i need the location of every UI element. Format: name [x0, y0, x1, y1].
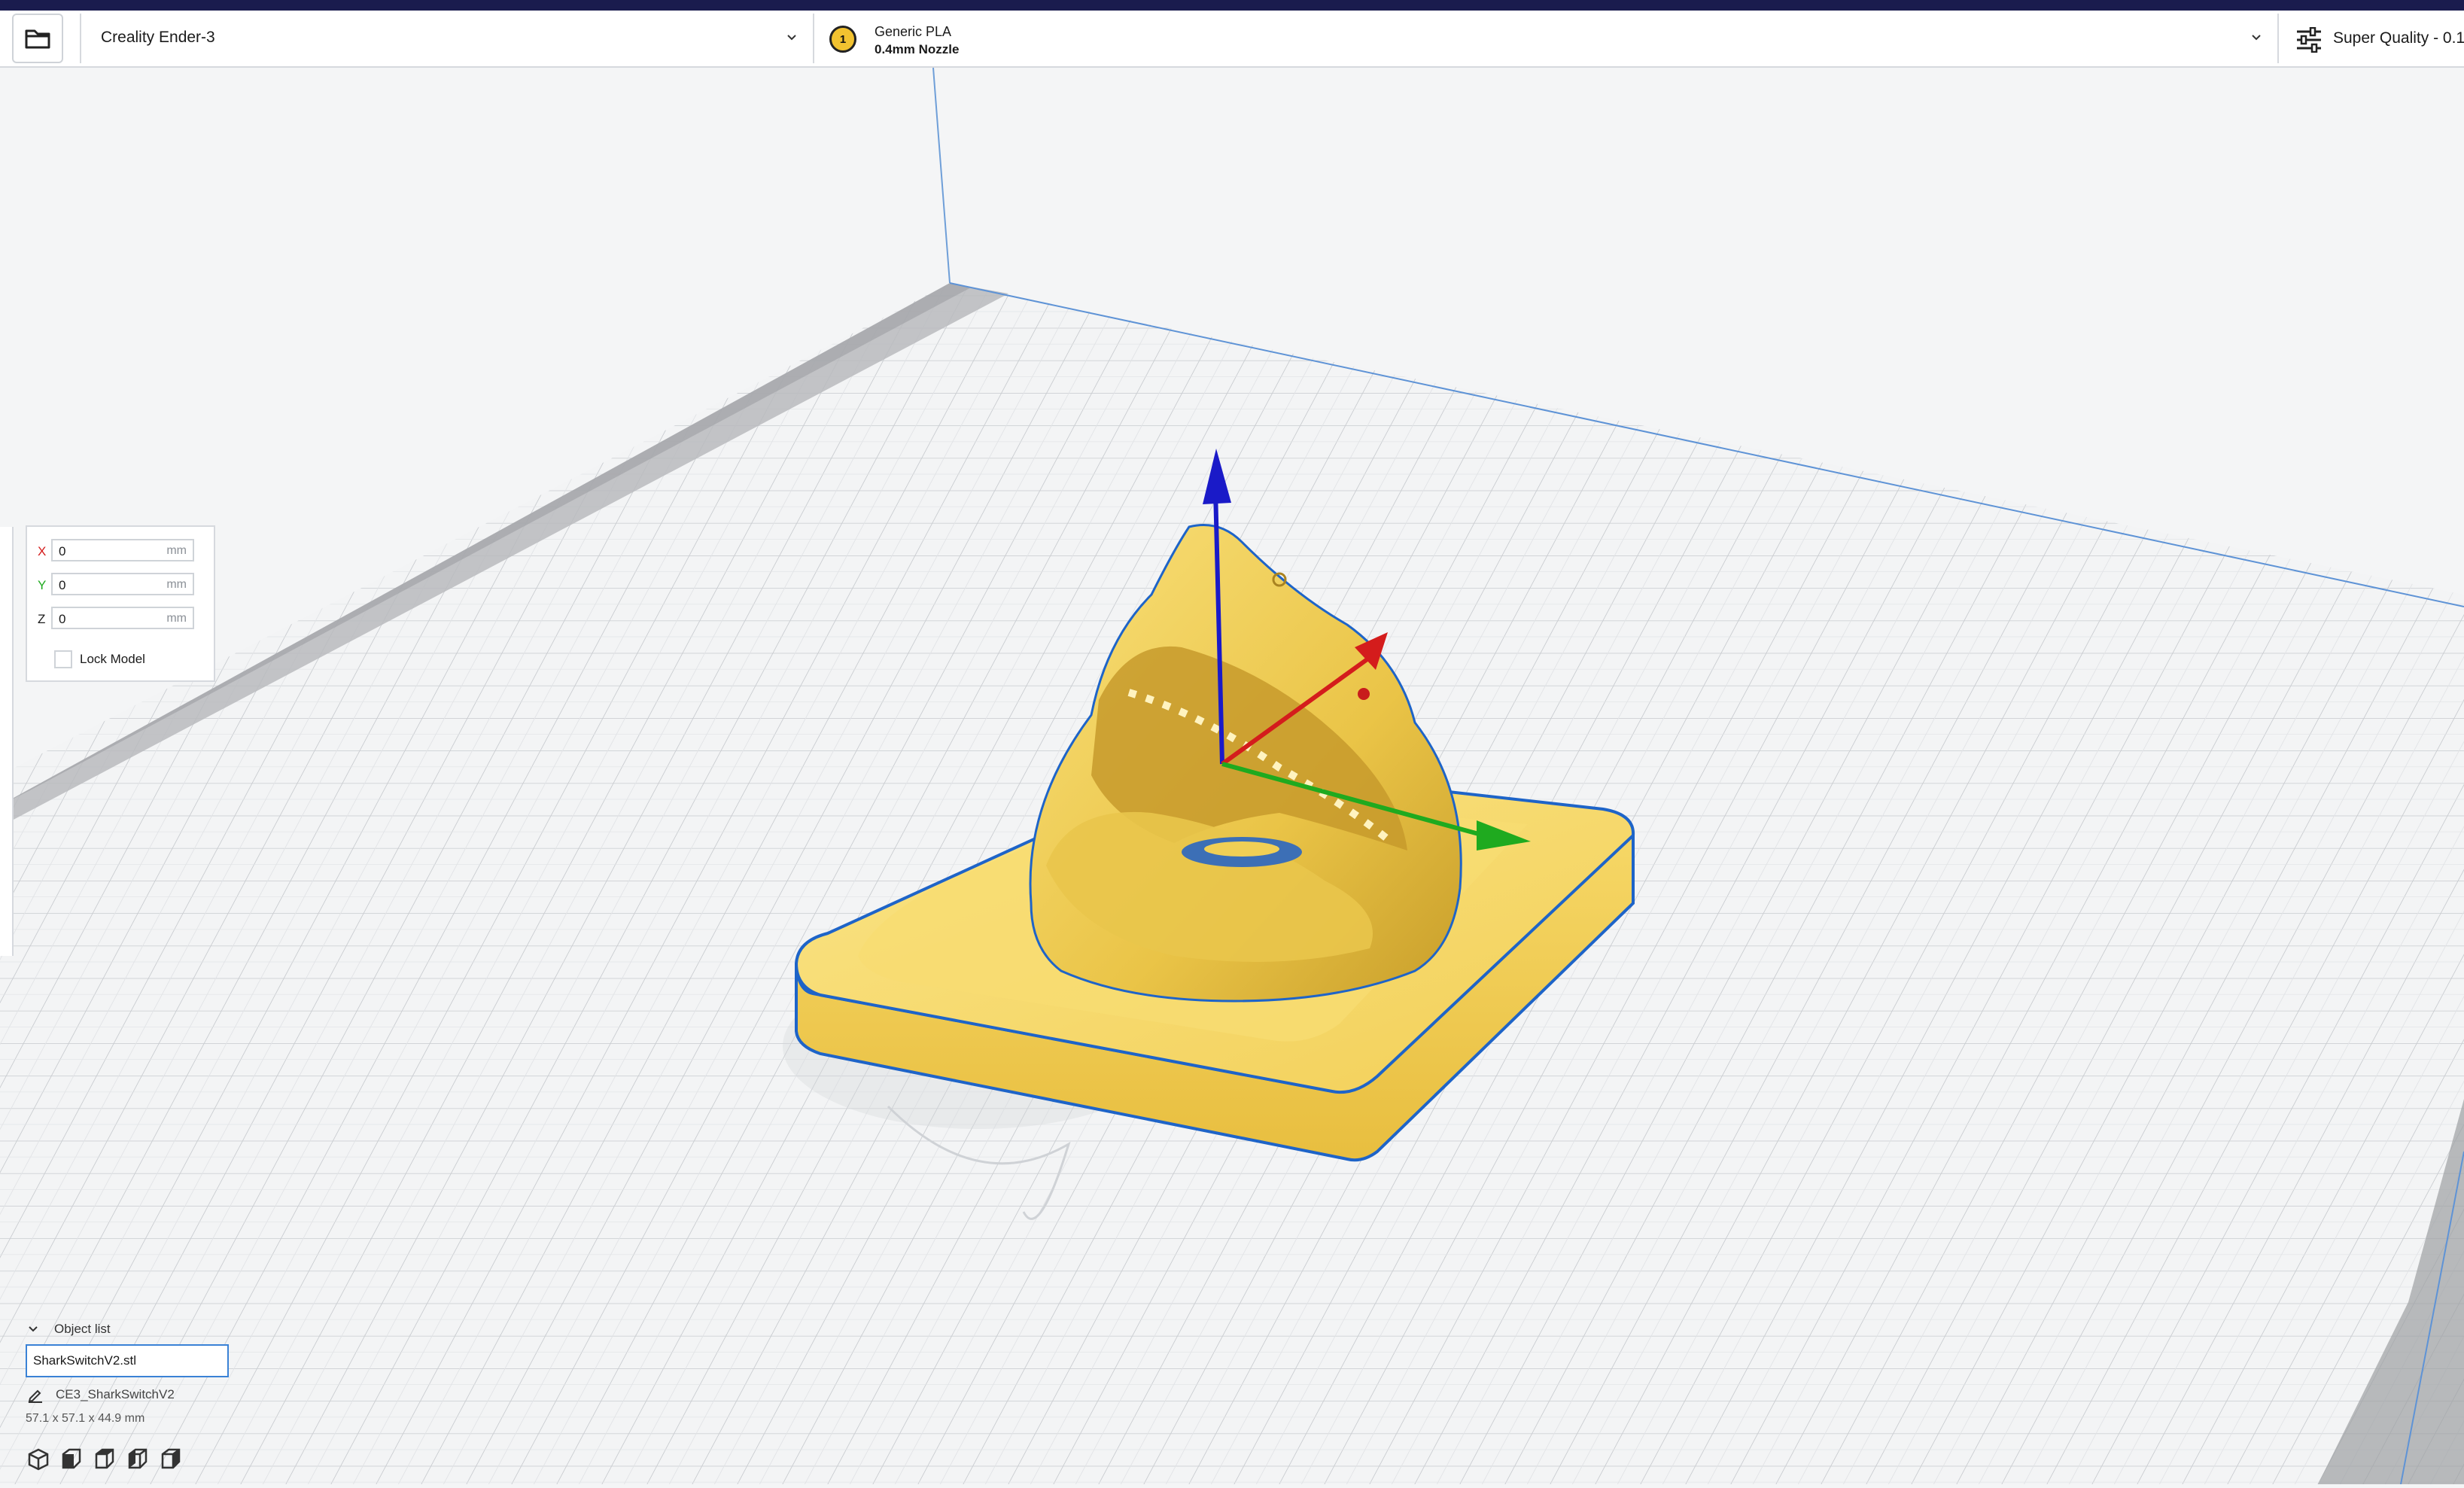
window-top-strip	[0, 0, 2464, 11]
lock-model-box[interactable]	[54, 650, 72, 668]
quality-profile-label: Super Quality - 0.12mm	[2333, 29, 2464, 47]
open-file-button[interactable]	[12, 14, 63, 63]
object-list-item[interactable]: SharkSwitchV2.stl	[26, 1344, 229, 1377]
main-toolbar: Creality Ender-3 1 Generic PLA 0.4mm Noz…	[0, 11, 2464, 68]
y-axis-label: Y	[38, 578, 47, 592]
material-selector[interactable]: 1 Generic PLA 0.4mm Nozzle	[814, 14, 2279, 63]
view-top-icon[interactable]	[92, 1447, 117, 1472]
chevron-down-icon	[787, 35, 796, 41]
object-filename: SharkSwitchV2.stl	[33, 1353, 136, 1368]
settings-sliders-icon	[2297, 27, 2321, 53]
x-value: 0	[59, 544, 66, 558]
extruder-badge-icon: 1	[829, 26, 856, 53]
job-name: CE3_SharkSwitchV2	[56, 1387, 175, 1401]
x-axis-label: X	[38, 544, 47, 558]
lock-model-checkbox[interactable]: Lock Model	[54, 649, 205, 671]
view-right-icon[interactable]	[158, 1447, 184, 1472]
object-list-title: Object list	[54, 1322, 111, 1336]
lock-model-label: Lock Model	[80, 652, 145, 666]
view-left-icon[interactable]	[125, 1447, 151, 1472]
chevron-down-icon	[29, 1326, 38, 1332]
chevron-down-icon	[2252, 35, 2261, 41]
z-value: 0	[59, 612, 66, 626]
pencil-icon	[28, 1389, 42, 1403]
move-tool-panel: X 0 mm Y 0 mm Z 0 mm Lock Model	[26, 525, 215, 682]
model-dimensions: 57.1 x 57.1 x 44.9 mm	[26, 1412, 145, 1425]
view-3d-icon[interactable]	[26, 1447, 51, 1472]
y-position-input[interactable]: 0 mm	[51, 573, 194, 595]
y-value: 0	[59, 578, 66, 592]
tool-rail[interactable]	[0, 527, 14, 956]
build-scene	[0, 67, 2464, 1485]
3d-viewport[interactable]	[0, 67, 2464, 1485]
x-position-row: X 0 mm	[38, 539, 208, 564]
z-axis-label: Z	[38, 612, 46, 626]
object-list-toggle[interactable]: Object list	[26, 1319, 191, 1340]
object-list-panel: Object list SharkSwitchV2.stl CE3_SharkS…	[26, 1319, 251, 1477]
z-position-row: Z 0 mm	[38, 607, 208, 632]
material-name: Generic PLA	[875, 24, 952, 39]
job-name-row[interactable]: CE3_SharkSwitchV2	[26, 1385, 236, 1404]
x-position-input[interactable]: 0 mm	[51, 539, 194, 561]
y-position-row: Y 0 mm	[38, 573, 208, 598]
view-front-icon[interactable]	[59, 1447, 84, 1472]
folder-icon	[25, 29, 50, 49]
printer-name: Creality Ender-3	[101, 29, 215, 46]
camera-view-buttons	[26, 1447, 221, 1472]
nozzle-size: 0.4mm Nozzle	[875, 42, 960, 56]
printer-selector[interactable]: Creality Ender-3	[80, 14, 814, 63]
print-settings-selector[interactable]: Super Quality - 0.12mm	[2279, 14, 2464, 63]
y-unit: mm	[166, 578, 187, 591]
x-unit: mm	[166, 544, 187, 557]
z-position-input[interactable]: 0 mm	[51, 607, 194, 629]
z-unit: mm	[166, 612, 187, 625]
